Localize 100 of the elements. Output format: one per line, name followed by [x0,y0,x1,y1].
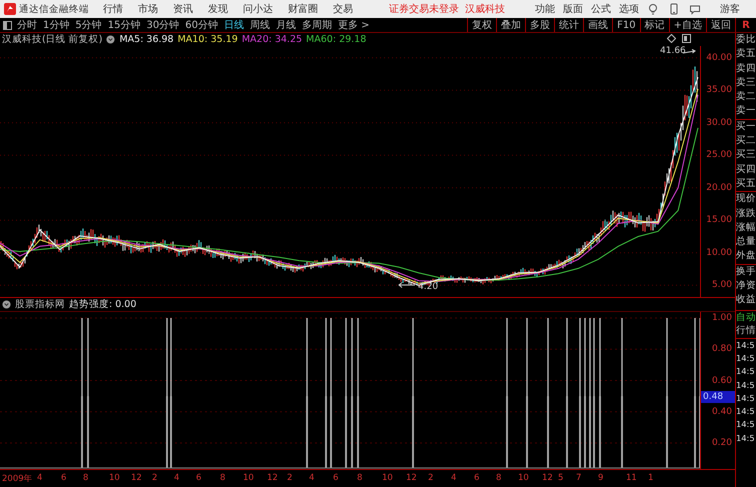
date-tick-label: 6 [333,473,338,483]
quote-label: 卖三 [736,76,756,90]
quote-label: 卖一 [736,104,756,118]
toolbar-button[interactable]: 多股 [525,18,554,32]
chat-icon[interactable] [689,3,701,15]
indicator-tick-label: 0.80 [710,344,733,354]
date-tick-label: 12 [542,473,553,483]
menu-item[interactable]: 发现 [208,2,228,16]
chevron-circle-icon[interactable] [106,35,116,44]
price-tick-label: 40.00 [705,52,733,64]
menu-item[interactable]: 行情 [103,2,123,16]
date-tick-label: 7 [576,473,582,483]
period-tab[interactable]: 1分钟 [43,18,70,32]
toolbar-button[interactable]: 标记 [640,18,669,32]
user-label[interactable]: 游客 [720,2,740,16]
side-tab[interactable]: R [735,18,756,32]
date-tick-label: 5 [558,473,564,483]
trade-time: 14:5 [736,418,756,432]
panel-toggle-icon[interactable] [3,20,12,30]
period-tab[interactable]: 30分钟 [146,18,180,32]
menu-item[interactable]: 问小达 [243,2,273,16]
menu-action[interactable]: 版面 [563,2,583,16]
price-tick-label: 25.00 [705,150,733,161]
panel-header: 行情 [736,324,756,339]
chart-title: 汉威科技(日线 前复权) [2,33,102,46]
price-tick-label: 20.00 [705,182,733,194]
date-tick-label: 8 [357,473,362,483]
indicator-title: 股票指标网 [15,298,65,311]
menu-action[interactable]: 公式 [591,2,611,16]
toolbar-button[interactable]: 返回 [706,18,735,32]
stock-name[interactable]: 汉威科技 [465,2,505,16]
quote-label: 买五 [736,176,756,191]
date-tick-label: 12 [131,473,142,483]
price-tick-label: 10.00 [705,247,733,258]
trade-time: 14:5 [736,365,756,378]
trade-time: 14:5 [736,432,756,445]
toolbar-button[interactable]: 叠加 [496,18,526,32]
ma-name: MA10 [178,34,204,45]
ma-value: : 35.19 [204,34,238,45]
mode-label[interactable]: 自动 [736,310,756,324]
price-tick-label: 15.00 [705,214,733,226]
quote-label: 卖二 [736,90,756,104]
date-tick-label: 6 [61,473,66,483]
leader-line [397,282,415,290]
app-title: 通达信金融终端 [19,2,89,16]
indicator-tick-label: 0.20 [710,438,733,448]
period-tab[interactable]: 分时 [17,18,37,32]
quote-label: 买三 [736,148,756,162]
menu-action[interactable]: 功能 [535,2,555,16]
toolbar-button[interactable]: 复权 [467,18,496,32]
phone-icon[interactable] [668,3,680,15]
period-tab[interactable]: 5分钟 [75,18,102,32]
menu-action[interactable]: 选项 [619,2,639,16]
quote-label: 总量 [736,235,756,250]
trade-time: 14:5 [736,352,756,365]
quote-label: 买四 [736,162,756,177]
period-tab[interactable]: 更多 > [338,18,370,32]
date-tick-label: 11 [626,473,637,483]
date-tick-label: 8 [496,473,502,483]
date-tick-label: 6 [196,473,202,483]
ma-value: : 36.98 [140,34,174,45]
period-tab[interactable]: 多周期 [302,18,332,32]
date-tick-label: 10 [109,473,120,483]
menu-item[interactable]: 交易 [333,2,353,16]
date-tick-label: 1 [648,473,654,483]
menu-item[interactable]: 财富圈 [288,2,318,16]
menu-item[interactable]: 市场 [138,2,158,16]
toolbar-button[interactable]: 统计 [554,18,584,32]
date-tick-label: 2 [152,473,158,483]
menu-item[interactable]: 资讯 [173,2,193,16]
chevron-circle-icon[interactable] [2,300,11,309]
diamond-icon[interactable] [667,34,676,43]
date-tick-label: 4 [309,473,314,483]
period-tab[interactable]: 日线 [224,18,244,32]
period-tab[interactable]: 15分钟 [108,18,140,32]
trade-time: 14:5 [736,378,756,392]
indicator-reading: 趋势强度: 0.00 [69,298,136,311]
date-tick-label: 10 [382,473,393,483]
quote-label: 委比 [736,33,756,47]
price-tick-label: 5.00 [710,280,733,291]
quote-label: 换手 [736,264,756,280]
bulb-icon[interactable] [647,3,659,15]
toolbar-button[interactable]: 画线 [583,18,612,32]
date-tick-label: 2 [287,473,292,483]
indicator-tick-label: 0.40 [710,406,733,417]
quote-label: 买二 [736,134,756,148]
toolbar-button[interactable]: +自选 [668,18,706,32]
window-icon[interactable] [682,34,691,43]
trade-time: 14:5 [736,392,756,405]
date-tick-label: 6 [474,473,480,483]
period-tab[interactable]: 月线 [276,18,296,32]
toolbar-button[interactable]: F10 [612,18,640,32]
login-status[interactable]: 证券交易未登录 [389,2,459,16]
price-tick-label: 35.00 [705,84,733,96]
period-tab[interactable]: 60分钟 [185,18,218,32]
quote-label: 卖四 [736,62,756,76]
date-tick-label: 9 [598,473,604,483]
indicator-tick-label: 0.60 [710,376,733,386]
period-tab[interactable]: 周线 [250,18,270,32]
date-tick-label: 2009年 [2,473,33,485]
